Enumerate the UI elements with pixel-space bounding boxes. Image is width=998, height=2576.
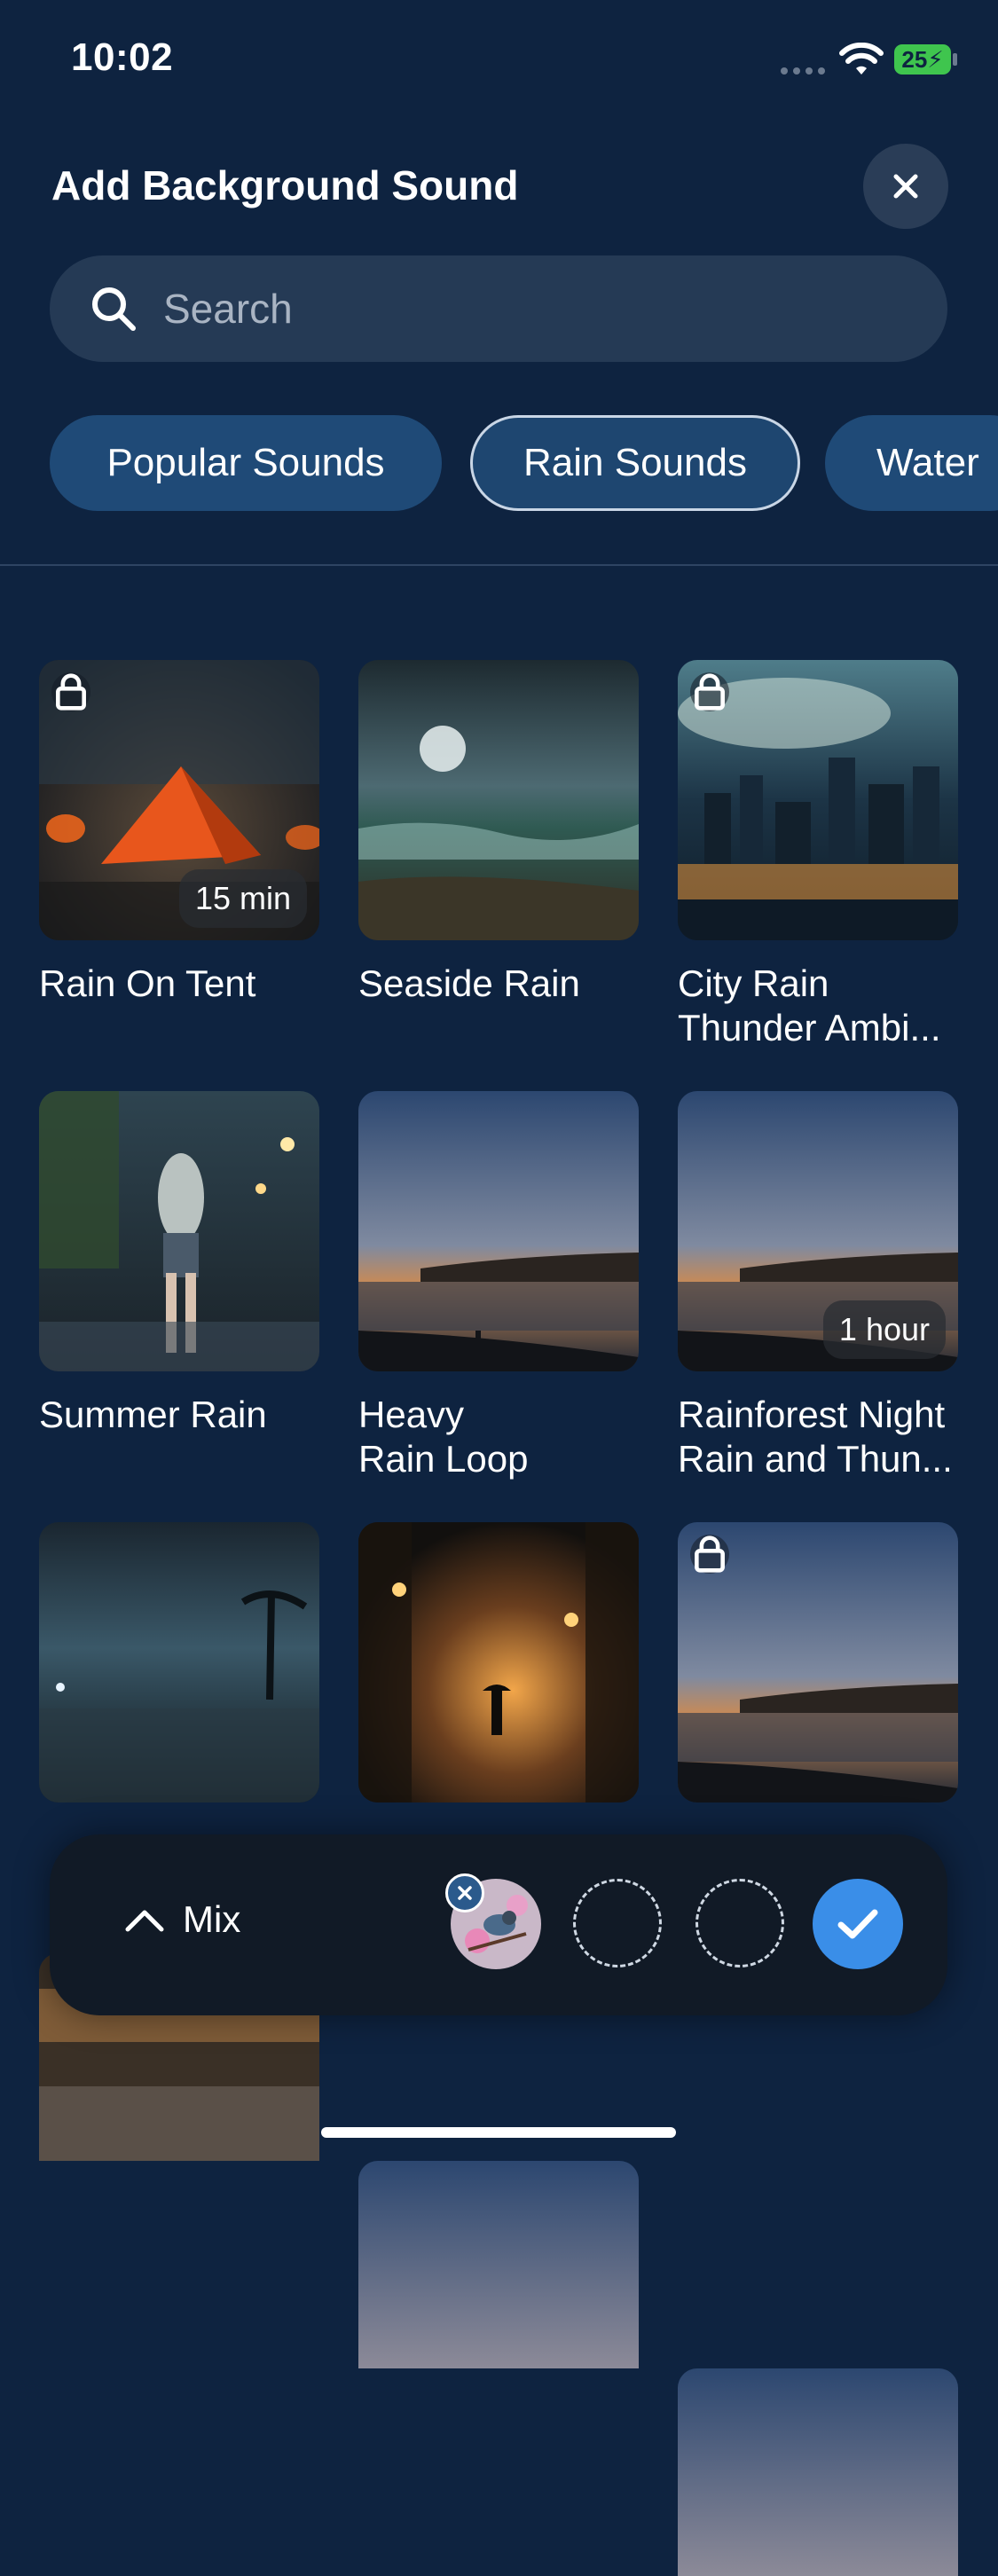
status-time: 10:02 — [71, 35, 174, 79]
sound-thumbnail — [39, 1522, 319, 1802]
mix-slot-empty[interactable] — [695, 1879, 784, 1967]
wifi-icon — [839, 43, 884, 75]
remove-slot-button[interactable] — [445, 1873, 484, 1912]
sound-thumbnail — [358, 1522, 639, 1802]
sound-thumbnail — [358, 1091, 639, 1371]
duration-badge: 15 min — [178, 869, 307, 928]
sound-thumbnail — [678, 1522, 958, 1802]
sound-card-summer-rain[interactable]: Summer Rain — [39, 1091, 319, 1437]
lock-icon — [690, 1535, 729, 1574]
close-icon — [893, 174, 918, 199]
search-icon — [92, 287, 136, 331]
home-indicator — [321, 2127, 676, 2138]
sound-title: Heavy Rain Loop — [358, 1394, 529, 1480]
sound-card[interactable] — [678, 1522, 958, 1824]
mix-toggle-button[interactable]: Mix — [124, 1898, 240, 1941]
chevron-up-icon — [125, 1910, 164, 1932]
sound-card[interactable] — [39, 1522, 319, 1824]
divider — [0, 564, 998, 566]
search-bar[interactable] — [50, 255, 947, 362]
sound-title: Rainforest Night Rain and Thun... — [678, 1394, 953, 1480]
page-title: Add Background Sound — [51, 162, 519, 208]
sound-card-rain-on-tent[interactable]: 15 min Rain On Tent — [39, 660, 319, 1006]
sound-card-seaside-rain[interactable]: Seaside Rain — [358, 660, 639, 1006]
confirm-mix-button[interactable] — [813, 1879, 903, 1969]
sound-card-heavy-rain-loop[interactable]: Heavy Rain Loop — [358, 1091, 639, 1481]
close-icon — [458, 1886, 472, 1900]
sound-thumbnail — [358, 660, 639, 940]
sound-thumbnail[interactable] — [358, 2161, 639, 2368]
sound-thumbnail — [39, 1091, 319, 1371]
battery-indicator: 25 ⚡ — [894, 44, 951, 75]
close-button[interactable] — [863, 144, 948, 229]
sound-title: Seaside Rain — [358, 962, 580, 1004]
sound-card[interactable] — [358, 1522, 639, 1824]
duration-badge: 1 hour — [822, 1300, 946, 1359]
tab-rain-sounds[interactable]: Rain Sounds — [470, 415, 800, 511]
sound-thumbnail — [678, 660, 958, 940]
mix-label: Mix — [183, 1898, 241, 1940]
sound-title: City Rain Thunder Ambi... — [678, 962, 941, 1048]
tab-water[interactable]: Water — [825, 415, 998, 511]
sound-card-city-rain[interactable]: City Rain Thunder Ambi... — [678, 660, 958, 1050]
tab-popular-sounds[interactable]: Popular Sounds — [50, 415, 442, 511]
search-input[interactable] — [161, 284, 875, 334]
sound-card-rainforest-night[interactable]: 1 hour Rainforest Night Rain and Thun... — [678, 1091, 958, 1481]
sound-thumbnail[interactable] — [678, 2368, 958, 2576]
battery-nub — [953, 53, 957, 66]
mix-slot-empty[interactable] — [573, 1879, 662, 1967]
lock-icon — [690, 672, 729, 711]
sound-title: Rain On Tent — [39, 962, 256, 1004]
sound-thumbnail: 15 min — [39, 660, 319, 940]
cellular-signal-icon — [781, 67, 825, 75]
check-icon — [837, 1909, 878, 1939]
sound-title: Summer Rain — [39, 1394, 267, 1435]
sound-thumbnail: 1 hour — [678, 1091, 958, 1371]
lock-icon — [51, 672, 90, 711]
